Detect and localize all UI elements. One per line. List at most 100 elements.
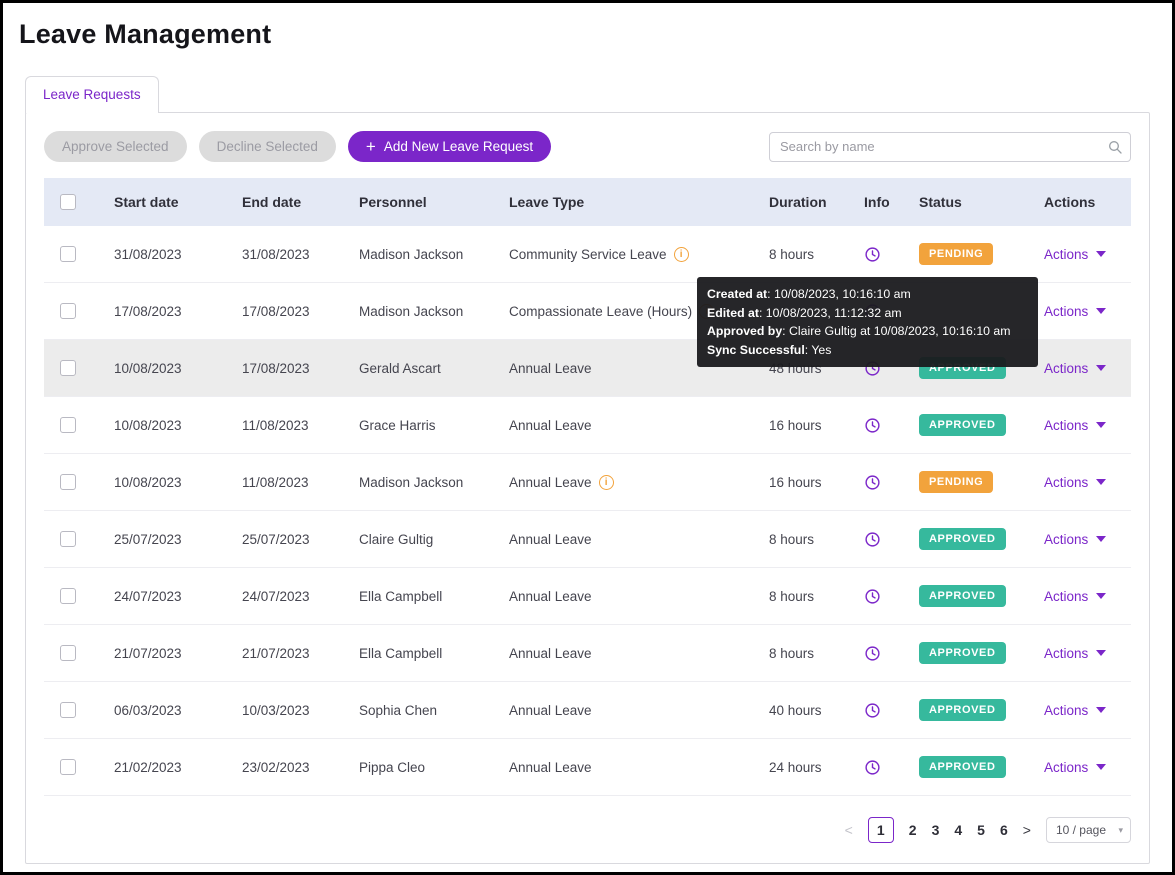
actions-button[interactable]: Actions — [1044, 646, 1106, 661]
select-all-checkbox[interactable] — [60, 194, 76, 210]
info-cell — [852, 417, 907, 434]
row-checkbox[interactable] — [60, 531, 76, 547]
chevron-down-icon — [1096, 593, 1106, 599]
actions-cell: Actions — [1032, 703, 1131, 718]
personnel-cell: Claire Gultig — [347, 532, 497, 547]
duration-cell: 24 hours — [757, 760, 852, 775]
end-date-cell: 31/08/2023 — [230, 247, 347, 262]
table-row: 06/03/2023 10/03/2023 Sophia Chen Annual… — [44, 682, 1131, 739]
row-checkbox[interactable] — [60, 702, 76, 718]
page-button-6[interactable]: 6 — [1000, 822, 1008, 838]
actions-button[interactable]: Actions — [1044, 247, 1106, 262]
row-checkbox[interactable] — [60, 246, 76, 262]
tab-bar: Leave Requests — [3, 76, 1172, 112]
status-cell: APPROVED — [907, 528, 1032, 550]
actions-button[interactable]: Actions — [1044, 475, 1106, 490]
info-icon[interactable]: i — [599, 475, 614, 490]
personnel-cell: Sophia Chen — [347, 703, 497, 718]
actions-button[interactable]: Actions — [1044, 361, 1106, 376]
actions-button[interactable]: Actions — [1044, 532, 1106, 547]
row-checkbox[interactable] — [60, 588, 76, 604]
personnel-cell: Ella Campbell — [347, 646, 497, 661]
clock-icon[interactable] — [864, 702, 881, 719]
row-checkbox[interactable] — [60, 759, 76, 775]
clock-icon[interactable] — [864, 531, 881, 548]
pagination-pages: 123456 — [868, 817, 1008, 843]
status-cell: APPROVED — [907, 585, 1032, 607]
duration-cell: 8 hours — [757, 532, 852, 547]
add-new-leave-request-button[interactable]: + Add New Leave Request — [348, 131, 551, 162]
tab-leave-requests[interactable]: Leave Requests — [25, 76, 159, 113]
page-button-2[interactable]: 2 — [909, 822, 917, 838]
row-checkbox[interactable] — [60, 417, 76, 433]
chevron-down-icon — [1096, 536, 1106, 542]
end-date-cell: 17/08/2023 — [230, 304, 347, 319]
actions-label: Actions — [1044, 589, 1088, 604]
actions-cell: Actions — [1032, 760, 1131, 775]
actions-button[interactable]: Actions — [1044, 418, 1106, 433]
leave-type-cell: Annual Leave i — [497, 475, 757, 490]
actions-label: Actions — [1044, 475, 1088, 490]
table-row: 31/08/2023 31/08/2023 Madison Jackson Co… — [44, 226, 1131, 283]
toolbar: Approve Selected Decline Selected + Add … — [26, 113, 1149, 178]
personnel-cell: Ella Campbell — [347, 589, 497, 604]
actions-cell: Actions — [1032, 304, 1131, 319]
status-cell: APPROVED — [907, 756, 1032, 778]
clock-icon[interactable] — [864, 246, 881, 263]
approve-selected-button[interactable]: Approve Selected — [44, 131, 187, 162]
info-cell — [852, 645, 907, 662]
row-checkbox[interactable] — [60, 303, 76, 319]
personnel-cell: Madison Jackson — [347, 247, 497, 262]
end-date-cell: 23/02/2023 — [230, 760, 347, 775]
personnel-cell: Madison Jackson — [347, 475, 497, 490]
start-date-cell: 10/08/2023 — [102, 361, 230, 376]
page-button-3[interactable]: 3 — [932, 822, 940, 838]
tooltip-line: Created at: 10/08/2023, 10:16:10 am — [707, 285, 1028, 304]
actions-label: Actions — [1044, 703, 1088, 718]
status-badge: PENDING — [919, 243, 993, 265]
end-date-cell: 24/07/2023 — [230, 589, 347, 604]
page-button-1[interactable]: 1 — [868, 817, 894, 843]
table-row: 10/08/2023 11/08/2023 Grace Harris Annua… — [44, 397, 1131, 454]
actions-label: Actions — [1044, 418, 1088, 433]
info-icon[interactable]: i — [674, 247, 689, 262]
table-header-row: Start date End date Personnel Leave Type… — [44, 178, 1131, 226]
leave-type-cell: Community Service Leave i — [497, 247, 757, 262]
actions-cell: Actions — [1032, 532, 1131, 547]
end-date-cell: 25/07/2023 — [230, 532, 347, 547]
leave-requests-panel: Approve Selected Decline Selected + Add … — [25, 112, 1150, 864]
actions-cell: Actions — [1032, 361, 1131, 376]
table-row: 25/07/2023 25/07/2023 Claire Gultig Annu… — [44, 511, 1131, 568]
page-button-5[interactable]: 5 — [977, 822, 985, 838]
prev-page-icon[interactable]: < — [845, 822, 853, 838]
personnel-cell: Grace Harris — [347, 418, 497, 433]
clock-icon[interactable] — [864, 588, 881, 605]
chevron-down-icon — [1096, 422, 1106, 428]
status-badge: PENDING — [919, 471, 993, 493]
row-checkbox[interactable] — [60, 474, 76, 490]
status-cell: PENDING — [907, 471, 1032, 493]
decline-selected-button[interactable]: Decline Selected — [199, 131, 336, 162]
tooltip-line: Approved by: Claire Gultig at 10/08/2023… — [707, 322, 1028, 341]
actions-label: Actions — [1044, 532, 1088, 547]
actions-button[interactable]: Actions — [1044, 760, 1106, 775]
next-page-icon[interactable]: > — [1023, 822, 1031, 838]
actions-button[interactable]: Actions — [1044, 304, 1106, 319]
actions-label: Actions — [1044, 304, 1088, 319]
clock-icon[interactable] — [864, 474, 881, 491]
page-size-select[interactable]: 10 / page ▾ — [1046, 817, 1131, 843]
actions-button[interactable]: Actions — [1044, 589, 1106, 604]
row-checkbox[interactable] — [60, 360, 76, 376]
clock-icon[interactable] — [864, 645, 881, 662]
leave-type-cell: Annual Leave i — [497, 760, 757, 775]
chevron-down-icon — [1096, 650, 1106, 656]
clock-icon[interactable] — [864, 417, 881, 434]
actions-button[interactable]: Actions — [1044, 703, 1106, 718]
page-button-4[interactable]: 4 — [954, 822, 962, 838]
header-status: Status — [907, 194, 1032, 210]
info-tooltip: Created at: 10/08/2023, 10:16:10 amEdite… — [697, 277, 1038, 367]
search-input[interactable] — [769, 132, 1131, 162]
row-checkbox[interactable] — [60, 645, 76, 661]
chevron-down-icon — [1096, 308, 1106, 314]
clock-icon[interactable] — [864, 759, 881, 776]
